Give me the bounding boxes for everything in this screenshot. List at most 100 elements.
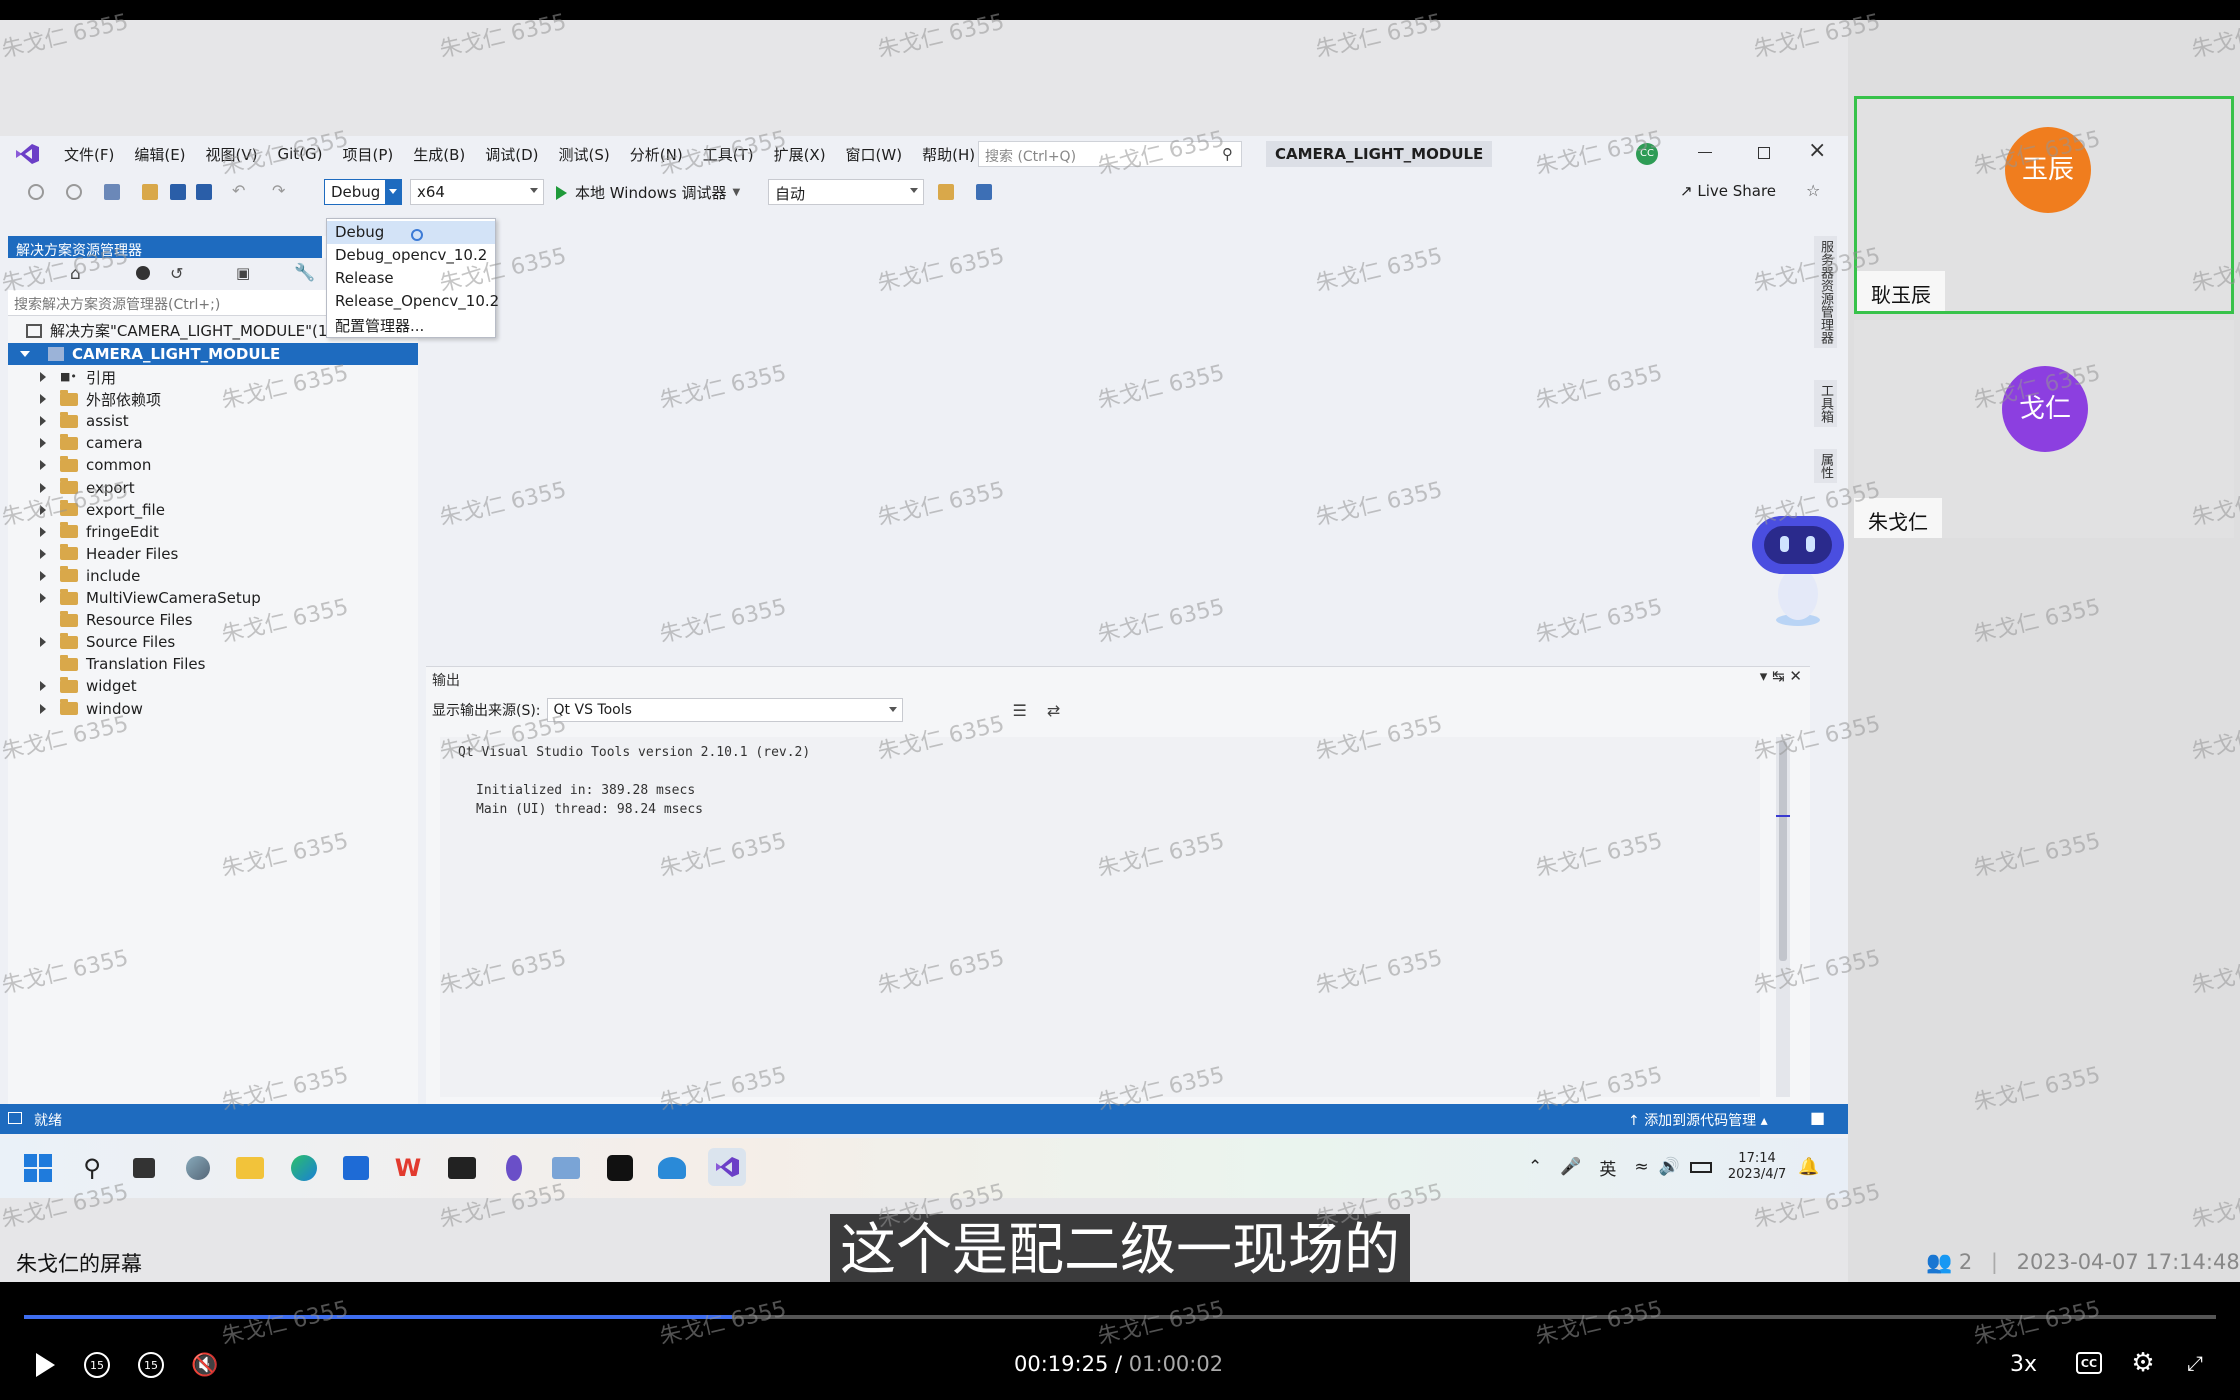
visual-studio-taskbar-icon[interactable] (708, 1148, 746, 1186)
captions-icon[interactable]: CC (2076, 1352, 2102, 1374)
expand-icon[interactable] (40, 681, 46, 692)
tree-item[interactable]: ■• 引用 (8, 366, 116, 388)
config-option[interactable]: Release_Opencv_10.2 (327, 290, 499, 313)
minimize-button[interactable] (1698, 152, 1712, 153)
menu-item[interactable]: 帮助(H) (922, 144, 975, 165)
app-feather-icon[interactable] (498, 1152, 530, 1184)
menu-item[interactable]: 扩展(X) (774, 144, 826, 165)
tree-item[interactable]: include (8, 565, 140, 587)
project-node[interactable]: CAMERA_LIGHT_MODULE (8, 343, 418, 365)
home-icon[interactable]: ⌂ (70, 264, 81, 284)
participant-tile-2[interactable]: 戈仁 朱戈仁 (1854, 320, 2234, 538)
volume-icon[interactable]: 🔊 (1659, 1157, 1680, 1177)
expand-icon[interactable] (40, 548, 46, 559)
clock[interactable]: 17:14 2023/4/7 (1728, 1151, 1786, 1183)
save-icon[interactable] (170, 184, 186, 200)
progress-bar[interactable] (24, 1315, 2216, 1319)
new-project-icon[interactable] (104, 184, 120, 200)
menu-item[interactable]: 测试(S) (559, 144, 610, 165)
mute-icon[interactable]: 🔇 (190, 1350, 220, 1380)
tree-item[interactable]: 外部依赖项 (8, 388, 161, 410)
output-source-combo[interactable]: Qt VS Tools (546, 698, 903, 722)
restore-button[interactable] (1758, 147, 1770, 159)
menu-item[interactable]: 调试(D) (485, 144, 538, 165)
undo-icon[interactable]: ↶ (232, 181, 248, 200)
tree-item[interactable]: Translation Files (8, 653, 205, 675)
expand-icon[interactable] (40, 460, 46, 471)
rewind-15-icon[interactable]: 15 (84, 1352, 110, 1378)
input-language[interactable]: 英 (1599, 1155, 1616, 1180)
notification-bell-icon[interactable]: ■ (1810, 1108, 1825, 1127)
sync-icon[interactable] (136, 266, 150, 280)
wifi-icon[interactable]: ≈ (1634, 1157, 1648, 1177)
edge-icon[interactable] (288, 1152, 320, 1184)
side-tab[interactable]: 属性 (1814, 449, 1837, 483)
wps-icon[interactable]: W (392, 1152, 424, 1184)
user-badge[interactable]: CC (1636, 143, 1658, 165)
menu-item[interactable]: 项目(P) (343, 144, 394, 165)
expand-icon[interactable] (40, 438, 46, 449)
tree-item[interactable]: widget (8, 675, 137, 697)
menu-item[interactable]: Git(G) (278, 145, 323, 163)
tree-item[interactable]: MultiViewCameraSetup (8, 587, 261, 609)
expand-icon[interactable] (40, 504, 46, 515)
participant-tile-1[interactable]: 玉辰 耿玉辰 (1854, 96, 2234, 314)
settings-gear-icon[interactable]: ⚙ (2128, 1348, 2158, 1378)
feedback-icon[interactable]: ☆ (1806, 181, 1820, 200)
config-combo[interactable]: Debug (324, 179, 402, 205)
menu-item[interactable]: 生成(B) (413, 144, 465, 165)
menu-item[interactable]: 工具(T) (703, 144, 754, 165)
tree-item[interactable]: fringeEdit (8, 521, 159, 543)
expand-icon[interactable] (40, 637, 46, 648)
speed-button[interactable]: 3x (2010, 1352, 2037, 1377)
config-option[interactable]: 配置管理器... (327, 313, 495, 336)
file-explorer-icon[interactable] (234, 1152, 266, 1184)
side-tab[interactable]: 服务器资源管理器 (1814, 236, 1837, 348)
tree-item[interactable]: common (8, 454, 151, 476)
app-bird-icon[interactable] (656, 1152, 688, 1184)
start-debug-button[interactable]: 本地 Windows 调试器 ▼ (556, 182, 740, 203)
tree-item[interactable]: export_file (8, 499, 165, 521)
tree-item[interactable]: Resource Files (8, 609, 192, 631)
forward-icon[interactable] (66, 184, 82, 200)
output-pin-controls[interactable]: ▾ ↹ ✕ (1760, 667, 1802, 685)
word-wrap-icon[interactable]: ⇄ (1047, 701, 1060, 720)
collapse-icon[interactable]: ▣ (236, 264, 250, 282)
start-icon[interactable] (22, 1152, 54, 1184)
notification-icon[interactable]: 🔔 (1798, 1157, 1819, 1177)
play-icon[interactable] (30, 1350, 60, 1380)
tree-item[interactable]: Source Files (8, 631, 175, 653)
chart-app-icon[interactable] (550, 1152, 582, 1184)
back-icon[interactable] (28, 184, 44, 200)
save-all-icon[interactable] (196, 184, 212, 200)
history-icon[interactable]: ↺ (170, 264, 183, 283)
battery-icon[interactable] (1689, 1161, 1712, 1173)
forward-15-icon[interactable]: 15 (138, 1352, 164, 1378)
app-dark-icon[interactable] (604, 1152, 636, 1184)
config-option[interactable]: Release (327, 267, 495, 290)
expand-icon[interactable] (40, 593, 46, 603)
side-tab[interactable]: 工具箱 (1814, 380, 1837, 427)
microphone-icon[interactable]: 🎤 (1560, 1157, 1581, 1177)
settings-icon[interactable]: 🔧 (294, 263, 315, 283)
source-control-button[interactable]: ↑ 添加到源代码管理 ▴ (1628, 1110, 1768, 1130)
exit-fullscreen-icon[interactable]: ⤢ (2182, 1350, 2208, 1376)
auto-combo[interactable]: 自动 (768, 179, 924, 205)
config-option[interactable]: Debug_opencv_10.2 (327, 244, 495, 267)
live-share-button[interactable]: ↗ Live Share (1680, 182, 1776, 200)
tray-chevron-icon[interactable]: ⌃ (1528, 1157, 1542, 1177)
tree-item[interactable]: Header Files (8, 543, 178, 565)
tree-item[interactable]: window (8, 698, 143, 720)
clear-all-icon[interactable]: ☰ (1013, 701, 1027, 720)
terminal-icon[interactable] (446, 1152, 478, 1184)
expand-icon[interactable] (40, 526, 46, 537)
expand-icon[interactable] (40, 394, 46, 405)
store-icon[interactable] (340, 1152, 372, 1184)
folder-icon[interactable] (938, 184, 954, 200)
menu-item[interactable]: 文件(F) (64, 144, 114, 165)
robot-assistant-icon[interactable] (1746, 502, 1850, 632)
config-dropdown-button[interactable] (385, 180, 401, 204)
expand-icon[interactable] (40, 372, 46, 382)
platform-combo[interactable]: x64 (410, 179, 544, 205)
menu-item[interactable]: 视图(V) (206, 144, 258, 165)
